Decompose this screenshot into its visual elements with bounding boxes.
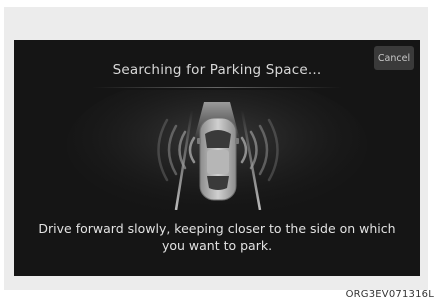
title-divider — [92, 87, 342, 88]
figure-code: ORG3EV071316L — [345, 289, 434, 300]
instruction-text: Drive forward slowly, keeping closer to … — [38, 221, 396, 253]
screen-title: Searching for Parking Space... — [112, 62, 322, 78]
parking-screen: Searching for Parking Space... Cancel Dr… — [14, 40, 420, 276]
parking-scene — [67, 90, 367, 210]
car-top-view-icon — [197, 117, 239, 201]
cancel-button[interactable]: Cancel — [374, 46, 414, 70]
